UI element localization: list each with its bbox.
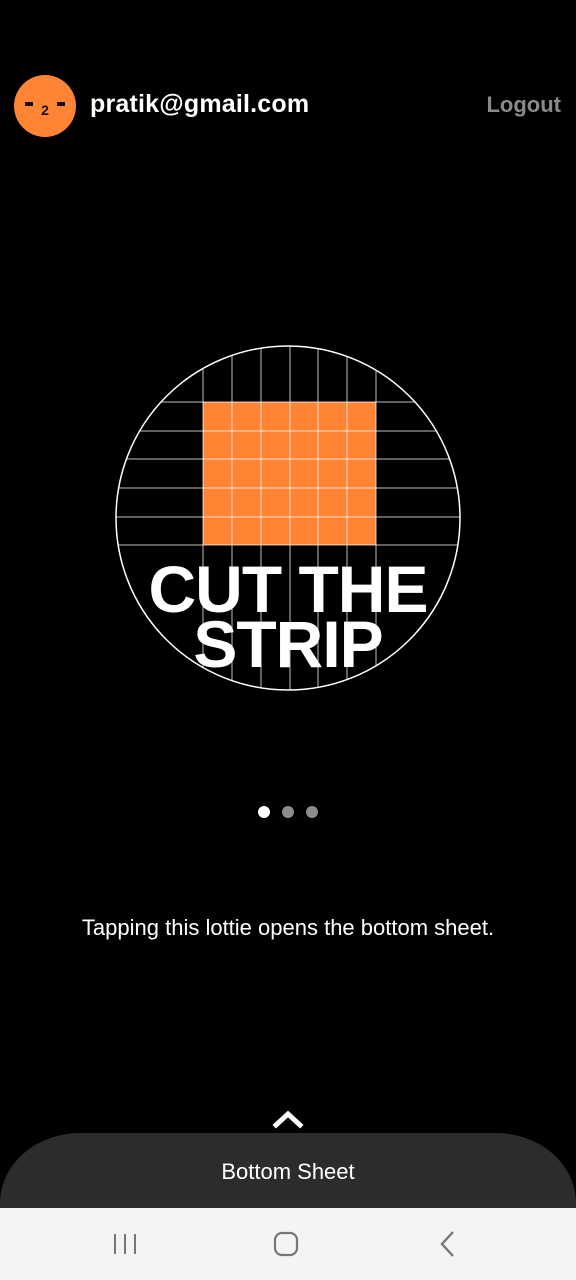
back-icon[interactable] (428, 1226, 468, 1262)
cut-the-strip-animation: CUT THE STRIP (115, 345, 461, 691)
header: 2 pratik@gmail.com Logout (0, 72, 576, 140)
chevron-up-icon[interactable] (272, 1106, 304, 1130)
lottie-title-line2: STRIP (193, 607, 382, 681)
logout-button[interactable]: Logout (486, 92, 561, 118)
page-indicator (252, 805, 324, 819)
user-email: pratik@gmail.com (90, 90, 310, 118)
page-dot-2[interactable] (282, 806, 294, 818)
lottie-animation[interactable]: CUT THE STRIP (113, 344, 463, 694)
svg-text:2: 2 (41, 102, 49, 118)
bottom-sheet[interactable]: Bottom Sheet (0, 1133, 576, 1213)
system-navigation-bar (0, 1208, 576, 1280)
home-icon[interactable] (266, 1226, 306, 1262)
avatar[interactable]: 2 (14, 75, 76, 137)
page-dot-3[interactable] (306, 806, 318, 818)
screen: 2 pratik@gmail.com Logout CUT THE STRIP … (0, 0, 576, 1280)
recents-icon[interactable] (105, 1226, 145, 1262)
bottom-sheet-label: Bottom Sheet (221, 1159, 355, 1184)
page-dot-1[interactable] (258, 806, 270, 818)
user-avatar-face-icon: 2 (25, 102, 65, 118)
description-text: Tapping this lottie opens the bottom she… (81, 915, 495, 940)
